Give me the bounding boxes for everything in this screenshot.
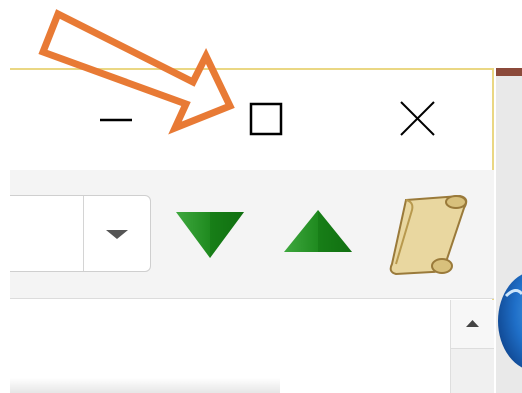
move-up-button[interactable] xyxy=(280,206,356,258)
maximize-icon xyxy=(249,102,283,136)
chevron-down-icon xyxy=(106,230,128,239)
close-button[interactable] xyxy=(370,78,470,160)
scroll-button[interactable] xyxy=(384,190,474,278)
green-triangle-down-icon xyxy=(176,212,244,258)
combo-box[interactable] xyxy=(10,195,151,272)
combo-input[interactable] xyxy=(10,196,84,271)
combo-dropdown-button[interactable] xyxy=(84,196,150,271)
content-area xyxy=(10,378,280,393)
minimize-icon xyxy=(100,118,132,122)
scroll-up-button[interactable] xyxy=(451,300,494,349)
adjacent-window-edge xyxy=(496,68,522,393)
parchment-scroll-icon xyxy=(389,194,468,276)
vertical-scrollbar[interactable] xyxy=(450,300,494,393)
globe-icon xyxy=(496,266,522,376)
move-down-button[interactable] xyxy=(172,206,248,262)
minimize-button[interactable] xyxy=(68,78,168,160)
adjacent-window-titlebar xyxy=(496,68,522,76)
scroll-up-arrow-icon xyxy=(466,320,479,327)
close-icon xyxy=(400,101,435,136)
maximize-button[interactable] xyxy=(216,78,316,160)
green-triangle-up-icon xyxy=(284,210,352,252)
